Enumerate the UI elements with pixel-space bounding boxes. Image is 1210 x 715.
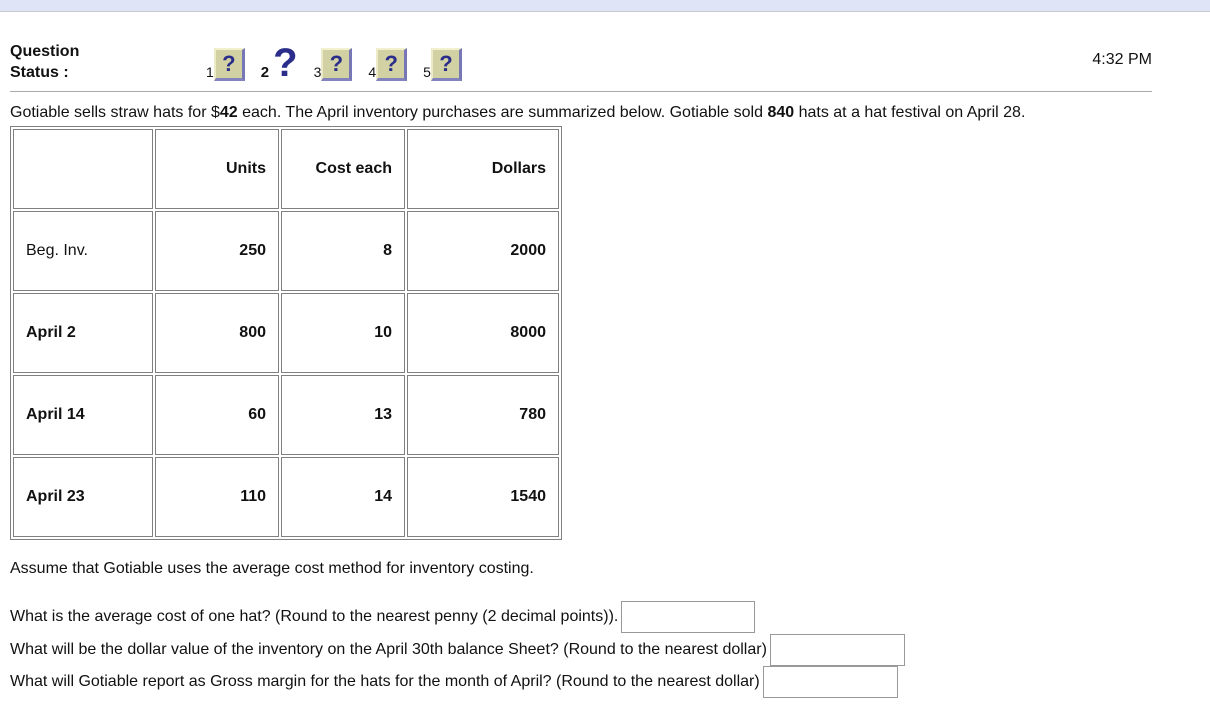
status-label-line1: Question — [10, 43, 80, 60]
gross-margin-input[interactable] — [762, 666, 898, 698]
units-cell: 60 — [155, 375, 279, 455]
problem-intro: Gotiable sells straw hats for $42 each. … — [10, 104, 1025, 122]
question-mark-icon[interactable]: ? — [376, 48, 408, 81]
row-label: Beg. Inv. — [13, 211, 153, 291]
question-text: What will be the dollar value of the inv… — [10, 641, 767, 658]
hats-sold-qty: 840 — [767, 104, 795, 121]
question-ending-inventory: What will be the dollar value of the inv… — [10, 634, 905, 666]
question-number-current: 2 — [260, 64, 270, 81]
table-row: April 23 110 14 1540 — [13, 457, 559, 537]
table-header-row: Units Cost each Dollars — [13, 129, 559, 209]
hat-price: 42 — [219, 104, 238, 121]
units-cell: 250 — [155, 211, 279, 291]
row-label: April 2 — [13, 293, 153, 373]
row-label: April 14 — [13, 375, 153, 455]
question-number: 3 — [313, 64, 322, 80]
question-mark-icon[interactable]: ? — [213, 48, 245, 81]
header-units: Units — [155, 129, 279, 209]
status-label-line2: Status : — [10, 64, 69, 81]
question-status-item-4[interactable]: 4 ? — [368, 48, 408, 81]
cost-each-cell: 10 — [281, 293, 405, 373]
question-average-cost: What is the average cost of one hat? (Ro… — [10, 601, 756, 633]
question-number: 4 — [368, 64, 377, 80]
question-text: What is the average cost of one hat? (Ro… — [10, 608, 619, 625]
header-divider — [10, 91, 1152, 92]
intro-text-1: Gotiable sells straw hats for $ — [10, 104, 220, 121]
intro-text-2: each. The April inventory purchases are … — [237, 104, 768, 121]
units-cell: 800 — [155, 293, 279, 373]
question-status-item-2[interactable]: 2 ? — [260, 43, 298, 83]
units-cell: 110 — [155, 457, 279, 537]
intro-text-3: hats at a hat festival on April 28. — [794, 104, 1026, 121]
header-label — [13, 129, 153, 209]
inventory-table: Units Cost each Dollars Beg. Inv. 250 8 … — [10, 126, 562, 540]
question-status-item-5[interactable]: 5 ? — [423, 48, 462, 81]
question-status-item-3[interactable]: 3 ? — [314, 48, 353, 81]
question-gross-margin: What will Gotiable report as Gross margi… — [10, 666, 898, 698]
cost-each-cell: 8 — [281, 211, 405, 291]
table-row: April 14 60 13 780 — [13, 375, 559, 455]
question-number: 5 — [423, 64, 431, 80]
assumption-text: Assume that Gotiable uses the average co… — [10, 560, 534, 577]
question-mark-icon[interactable]: ? — [321, 48, 353, 81]
question-mark-icon[interactable]: ? — [430, 48, 462, 81]
question-text: What will Gotiable report as Gross margi… — [10, 673, 760, 690]
row-label: April 23 — [13, 457, 153, 537]
top-bar — [0, 0, 1210, 12]
cost-each-cell: 13 — [281, 375, 405, 455]
question-status-label: Question Status : — [10, 41, 79, 83]
average-cost-input[interactable] — [621, 601, 756, 633]
cost-each-cell: 14 — [281, 457, 405, 537]
dollars-cell: 1540 — [407, 457, 559, 537]
dollars-cell: 780 — [407, 375, 559, 455]
dollars-cell: 8000 — [407, 293, 559, 373]
table-row: Beg. Inv. 250 8 2000 — [13, 211, 559, 291]
header-dollars: Dollars — [407, 129, 559, 209]
header-cost-each: Cost each — [281, 129, 405, 209]
question-status-nav: 1 ? 2 ? 3 ? 4 ? 5 ? — [206, 41, 478, 83]
question-number: 1 — [206, 64, 214, 80]
dollars-cell: 2000 — [407, 211, 559, 291]
ending-inventory-input[interactable] — [769, 634, 905, 666]
current-question-mark-icon[interactable]: ? — [273, 43, 297, 83]
clock-time: 4:32 PM — [1092, 51, 1152, 68]
table-row: April 2 800 10 8000 — [13, 293, 559, 373]
question-status-item-1[interactable]: 1 ? — [206, 48, 245, 81]
